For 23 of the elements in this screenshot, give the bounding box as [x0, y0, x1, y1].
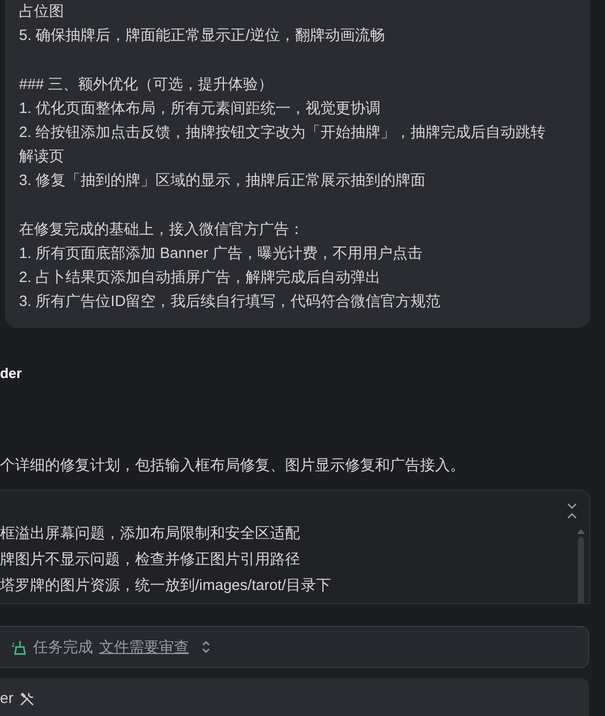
- author-label: er: [0, 689, 14, 709]
- reply-text: 个详细的修复计划，包括输入框布局修复、图片显示修复和广告接入。: [0, 456, 465, 476]
- plan-item: 框溢出屏幕问题，添加布局限制和安全区适配: [0, 524, 301, 544]
- message-text: 5. 确保抽牌后，牌面能正常显示正/逆位，翻牌动画流畅: [19, 26, 386, 46]
- plan-item: 塔罗牌的图片资源，统一放到/images/tarot/目录下: [0, 576, 332, 596]
- message-text: 1. 所有页面底部添加 Banner 广告，曝光计费，不用用户点击: [19, 244, 424, 264]
- plan-item: 牌图片不显示问题，检查并修正图片引用路径: [0, 550, 301, 570]
- message-text: ### 三、额外优化（可选，提升体验）: [19, 75, 274, 95]
- review-link[interactable]: 文件需要审查: [99, 638, 189, 656]
- message-text: 2. 占卜结果页添加自动插屏广告，解牌完成后自动弹出: [19, 268, 382, 288]
- broom-icon: [11, 639, 27, 655]
- message-text: 3. 修复「抽到的牌」区域的显示，抽牌后正常展示抽到的牌面: [19, 171, 427, 191]
- author-label: der: [0, 364, 22, 383]
- scrollbar[interactable]: [578, 537, 584, 603]
- message-text: 2. 给按钮添加点击反馈，抽牌按钮文字改为「开始抽牌」，抽牌完成后自动跳转解读页: [19, 123, 547, 167]
- tools-icon: [19, 691, 36, 707]
- message-text: 在修复完成的基础上，接入微信官方广告：: [19, 220, 305, 240]
- message-text: 占位图: [19, 2, 65, 22]
- expand-icon[interactable]: [201, 640, 211, 654]
- collapse-icon[interactable]: [566, 503, 578, 519]
- message-text: 3. 所有广告位ID留空，我后续自行填写，代码符合微信官方规范: [19, 292, 442, 312]
- status-text: 任务完成: [33, 638, 93, 656]
- message-text: 1. 优化页面整体布局，所有元素间距统一，视觉更协调: [19, 99, 382, 119]
